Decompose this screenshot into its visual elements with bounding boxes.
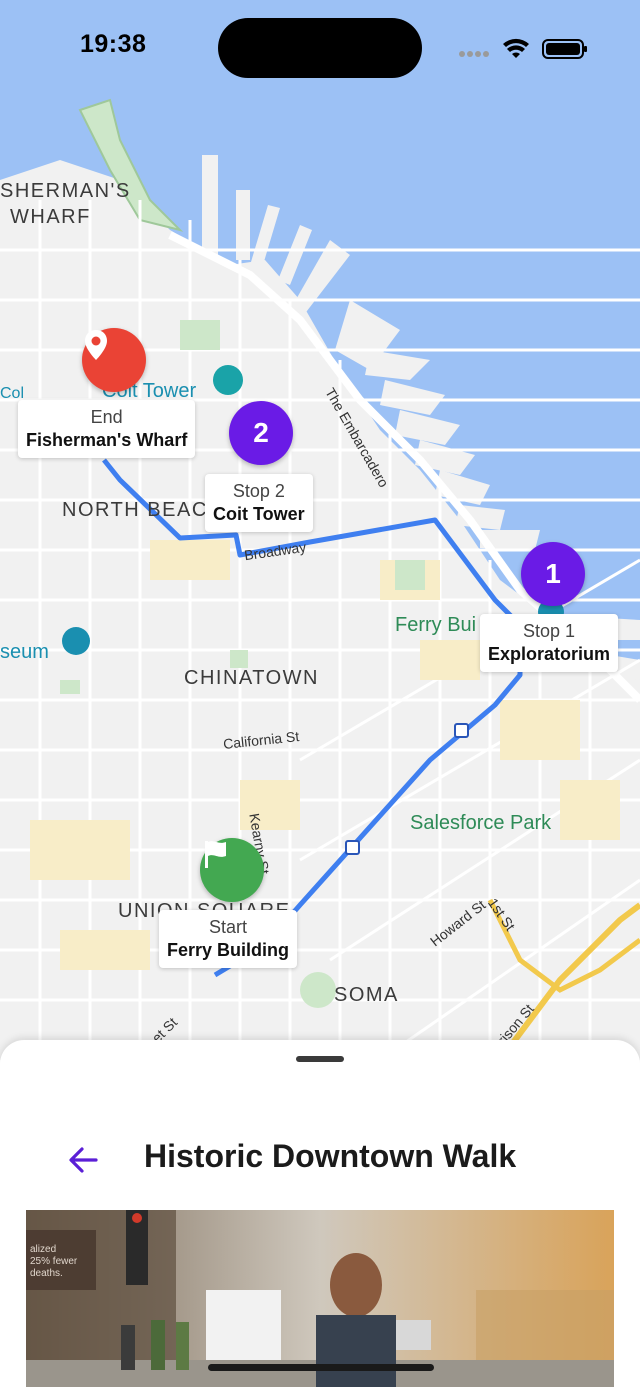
stop-1-label[interactable]: Stop 1 Exploratorium bbox=[480, 614, 619, 672]
sheet-grabber[interactable] bbox=[296, 1056, 344, 1062]
sign-text-1: alized bbox=[30, 1244, 56, 1255]
museum-poi-icon bbox=[62, 627, 90, 655]
sign-text-3: deaths. bbox=[30, 1268, 63, 1279]
arrow-left-icon bbox=[69, 1147, 98, 1173]
route-cover-photo: alized 25% fewer deaths. bbox=[26, 1210, 614, 1387]
status-icons bbox=[458, 34, 588, 62]
area-label-chinatown: CHINATOWN bbox=[184, 667, 319, 689]
man-portrait bbox=[330, 1253, 382, 1317]
location-pin-icon bbox=[85, 330, 107, 360]
poi-label-salesforce-park[interactable]: Salesforce Park bbox=[410, 812, 551, 835]
poi-label-ferry-building[interactable]: Ferry Bui bbox=[395, 614, 476, 637]
area-label-wharf-1: SHERMAN'S bbox=[0, 180, 131, 202]
stop-2-label-kind: Stop 2 bbox=[232, 481, 285, 501]
back-button[interactable] bbox=[62, 1140, 106, 1180]
end-label-name: Fisherman's Wharf bbox=[26, 430, 188, 450]
area-label-north-beach: NORTH BEAC bbox=[62, 499, 208, 521]
poi-label-museum[interactable]: seum bbox=[0, 641, 49, 664]
stop-1-label-kind: Stop 1 bbox=[522, 621, 576, 641]
stop-1-label-name: Exploratorium bbox=[488, 644, 611, 664]
end-label[interactable]: End Fisherman's Wharf bbox=[18, 400, 196, 458]
battery-icon bbox=[542, 39, 587, 59]
route-map[interactable]: SHERMAN'S WHARF NORTH BEAC CHINATOWN UNI… bbox=[0, 0, 640, 1060]
map-canvas bbox=[0, 0, 640, 1060]
flag-icon bbox=[205, 841, 226, 868]
stop-2-marker[interactable]: 2 bbox=[229, 401, 293, 465]
stop-2-label[interactable]: Stop 2 Coit Tower bbox=[205, 474, 313, 532]
home-indicator[interactable] bbox=[208, 1364, 434, 1371]
cellular-signal-icon bbox=[459, 51, 489, 57]
stop-1-marker[interactable]: 1 bbox=[521, 542, 585, 606]
route-title: Historic Downtown Walk bbox=[144, 1138, 517, 1174]
route-bottom-sheet[interactable]: Historic Downtown Walk alized 25% fewer … bbox=[0, 1040, 640, 1387]
dynamic-island bbox=[218, 18, 422, 78]
stop-1-number: 1 bbox=[545, 558, 561, 589]
area-label-soma: SOMA bbox=[334, 984, 399, 1006]
stop-2-label-name: Coit Tower bbox=[213, 504, 305, 524]
coit-tower-poi-icon bbox=[213, 365, 243, 395]
area-label-wharf-2: WHARF bbox=[10, 206, 91, 228]
wifi-icon bbox=[503, 38, 529, 58]
delivery-truck bbox=[206, 1290, 281, 1365]
stop-2-number: 2 bbox=[253, 417, 269, 448]
status-time: 19:38 bbox=[80, 30, 147, 58]
start-label[interactable]: Start Ferry Building bbox=[159, 910, 298, 968]
end-label-kind: End bbox=[90, 407, 123, 427]
start-label-name: Ferry Building bbox=[167, 940, 290, 960]
sign-text-2: 25% fewer bbox=[30, 1256, 78, 1267]
start-marker[interactable] bbox=[200, 838, 264, 902]
start-label-kind: Start bbox=[209, 917, 248, 937]
end-marker[interactable] bbox=[82, 328, 146, 392]
pedestrians bbox=[121, 1320, 189, 1370]
